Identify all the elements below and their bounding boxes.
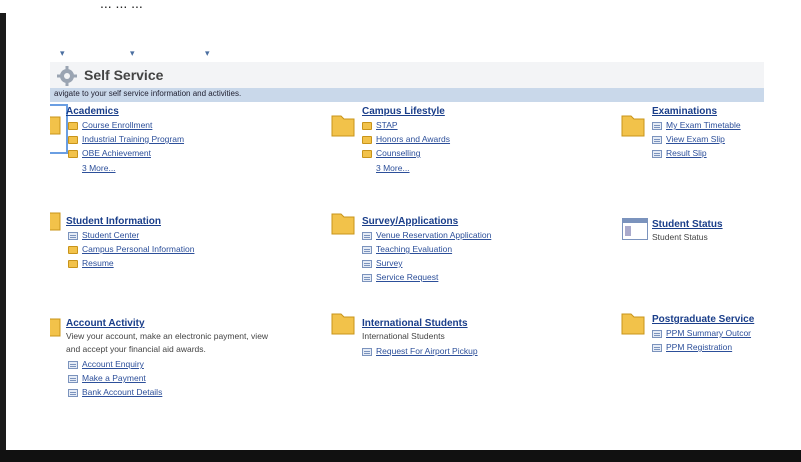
section-academics: Academics Course Enrollment Industrial T… — [50, 106, 310, 201]
portal-top-tabs: ▾ ▾ ▾ — [50, 48, 764, 62]
link-counselling[interactable]: Counselling — [376, 148, 420, 158]
section-student-status: Student Status Student Status — [620, 202, 764, 262]
page-icon — [362, 232, 372, 240]
section-title[interactable]: Account Activity — [66, 318, 145, 329]
page-icon — [68, 232, 78, 240]
page-icon — [68, 361, 78, 369]
page-description: avigate to your self service information… — [54, 89, 242, 98]
section-description: and accept your financial aid awards. — [66, 344, 206, 354]
folder-icon — [68, 122, 78, 130]
section-title[interactable]: Academics — [66, 106, 119, 117]
folder-icon — [68, 246, 78, 254]
page-icon — [362, 260, 372, 268]
link-campus-personal-info[interactable]: Campus Personal Information — [82, 244, 194, 254]
link-bank-account[interactable]: Bank Account Details — [82, 387, 162, 397]
page-icon — [652, 344, 662, 352]
link-ppm-registration[interactable]: PPM Registration — [666, 342, 732, 352]
section-description: Student Status — [652, 232, 708, 242]
page-title: Self Service — [84, 67, 164, 83]
folder-icon — [68, 136, 78, 144]
link-ppm-summary[interactable]: PPM Summary Outcor — [666, 328, 751, 338]
link-account-enquiry[interactable]: Account Enquiry — [82, 359, 144, 369]
section-title[interactable]: Student Status — [652, 219, 723, 230]
self-service-portal: ▾ ▾ ▾ Self Service avigate to your self … — [50, 48, 764, 428]
portal-header: Self Service — [50, 62, 764, 88]
section-title[interactable]: Examinations — [652, 106, 717, 117]
video-caption-strip: ... ... ... — [0, 0, 801, 13]
chevron-down-icon[interactable]: ▾ — [205, 48, 210, 59]
section-description: View your account, make an electronic pa… — [66, 331, 269, 341]
link-stap[interactable]: STAP — [376, 120, 398, 130]
page-icon — [652, 330, 662, 338]
link-result-slip[interactable]: Result Slip — [666, 148, 707, 158]
section-description: International Students — [362, 331, 445, 341]
link-student-center[interactable]: Student Center — [82, 230, 139, 240]
page-icon — [362, 246, 372, 254]
folder-icon — [68, 260, 78, 268]
folder-icon — [50, 318, 61, 337]
section-international-students: International Students International Stu… — [330, 306, 590, 386]
section-campus-lifestyle: Campus Lifestyle STAP Honors and Awards … — [330, 106, 590, 201]
folder-icon — [362, 136, 372, 144]
link-survey[interactable]: Survey — [376, 258, 402, 268]
folder-icon — [621, 115, 645, 137]
section-title[interactable]: International Students — [362, 318, 468, 329]
folder-icon — [331, 115, 355, 137]
section-examinations: Examinations My Exam Timetable View Exam… — [620, 106, 764, 201]
section-title[interactable]: Survey/Applications — [362, 216, 458, 227]
section-title[interactable]: Campus Lifestyle — [362, 106, 445, 117]
gear-icon — [57, 66, 77, 86]
link-course-enrollment[interactable]: Course Enrollment — [82, 120, 152, 130]
section-title[interactable]: Postgraduate Service — [652, 314, 754, 325]
chevron-down-icon[interactable]: ▾ — [130, 48, 135, 59]
page-icon — [68, 389, 78, 397]
page-icon — [652, 136, 662, 144]
link-obe-achievement[interactable]: OBE Achievement — [82, 148, 151, 158]
page-icon — [68, 375, 78, 383]
section-survey-applications: Survey/Applications Venue Reservation Ap… — [330, 202, 590, 302]
link-venue-reservation[interactable]: Venue Reservation Application — [376, 230, 491, 240]
folder-icon — [362, 122, 372, 130]
caption-text: ... ... ... — [100, 0, 143, 11]
folder-icon — [331, 313, 355, 335]
folder-icon — [621, 313, 645, 335]
section-student-information: Student Information Student Center Campu… — [50, 202, 310, 292]
link-exam-timetable[interactable]: My Exam Timetable — [666, 120, 741, 130]
bottom-frame-border — [0, 450, 801, 462]
folder-icon — [68, 150, 78, 158]
link-honors-awards[interactable]: Honors and Awards — [376, 134, 450, 144]
link-resume[interactable]: Resume — [82, 258, 114, 268]
page-icon — [362, 348, 372, 356]
link-teaching-evaluation[interactable]: Teaching Evaluation — [376, 244, 452, 254]
page-icon — [362, 274, 372, 282]
folder-icon — [362, 150, 372, 158]
page-icon — [652, 122, 662, 130]
page-icon — [652, 150, 662, 158]
page-description-bar: avigate to your self service information… — [50, 88, 764, 102]
section-title[interactable]: Student Information — [66, 216, 161, 227]
link-make-payment[interactable]: Make a Payment — [82, 373, 146, 383]
folder-icon — [50, 212, 61, 231]
window-icon — [622, 218, 648, 240]
link-industrial-training[interactable]: Industrial Training Program — [82, 134, 184, 144]
link-airport-pickup[interactable]: Request For Airport Pickup — [376, 346, 478, 356]
folder-icon — [50, 116, 61, 135]
chevron-down-icon[interactable]: ▾ — [60, 48, 65, 59]
folder-icon — [331, 213, 355, 235]
more-link[interactable]: 3 More... — [82, 163, 116, 173]
more-link[interactable]: 3 More... — [376, 163, 410, 173]
link-service-request[interactable]: Service Request — [376, 272, 438, 282]
section-postgraduate-services: Postgraduate Service PPM Summary Outcor … — [620, 306, 764, 386]
section-account-activity: Account Activity View your account, make… — [50, 306, 320, 426]
link-exam-slip[interactable]: View Exam Slip — [666, 134, 725, 144]
